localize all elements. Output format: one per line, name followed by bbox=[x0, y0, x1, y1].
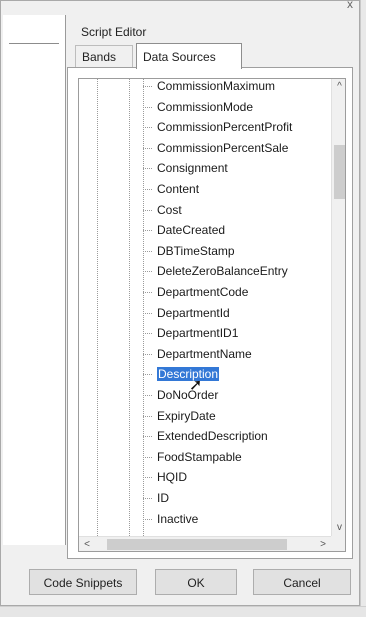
tree-item-label: Cost bbox=[157, 203, 182, 217]
tree-item-label: DateCreated bbox=[157, 223, 226, 237]
scrollbar-corner bbox=[331, 536, 345, 551]
tree-item-label: CommissionMode bbox=[157, 100, 254, 114]
tree-item[interactable]: CommissionPercentProfit bbox=[142, 118, 293, 136]
tree-item[interactable]: DepartmentName bbox=[143, 345, 252, 363]
tree-item[interactable]: Content bbox=[142, 180, 200, 198]
tree-item-label: FoodStampable bbox=[157, 450, 242, 464]
tree-item-label: ID bbox=[157, 491, 169, 505]
ok-button[interactable]: OK bbox=[155, 569, 237, 595]
tree-item-label: ExtendedDescription bbox=[157, 429, 268, 443]
left-pane bbox=[3, 15, 66, 545]
close-icon[interactable]: x bbox=[347, 0, 353, 11]
tree-item[interactable]: DeleteZeroBalanceEntry bbox=[143, 262, 288, 280]
tree-item-label: Consignment bbox=[157, 161, 228, 175]
tree-guide-line bbox=[97, 79, 98, 551]
tree-item[interactable]: Cost bbox=[143, 201, 182, 219]
group-title: Script Editor bbox=[81, 25, 147, 39]
tree-item-label: ExpiryDate bbox=[157, 409, 216, 423]
tree-item[interactable]: ExpiryDate bbox=[143, 407, 216, 425]
vertical-scroll-thumb[interactable] bbox=[334, 145, 345, 199]
code-snippets-button[interactable]: Code Snippets bbox=[29, 569, 137, 595]
tree-item[interactable]: DoNoOrder bbox=[142, 386, 219, 404]
mouse-cursor-icon: ➚ bbox=[189, 377, 203, 394]
tree-item[interactable]: CommissionPercentSale bbox=[142, 139, 289, 157]
tree-item[interactable]: Description bbox=[142, 365, 220, 383]
title-bar: x bbox=[1, 0, 359, 13]
tree-item[interactable]: DepartmentID1 bbox=[142, 324, 239, 342]
tree-item[interactable]: DateCreated bbox=[142, 221, 226, 239]
tree-item-label: CommissionPercentSale bbox=[157, 141, 289, 155]
tree-item-label: DoNoOrder bbox=[157, 388, 219, 402]
horizontal-scroll-thumb[interactable] bbox=[107, 539, 287, 550]
tree-item[interactable]: DepartmentId bbox=[143, 304, 230, 322]
script-editor-dialog: x Script Editor Bands Data Sources Commi… bbox=[0, 0, 360, 606]
tree-item-label: DBTimeStamp bbox=[157, 244, 235, 258]
tree-item-label: DepartmentName bbox=[157, 347, 252, 361]
tree-item-label: DepartmentID1 bbox=[157, 326, 239, 340]
tree-item-label: DepartmentCode bbox=[157, 285, 249, 299]
scroll-right-icon[interactable]: > bbox=[315, 537, 331, 551]
tree-item-label: DepartmentId bbox=[157, 306, 230, 320]
tree-item-label: HQID bbox=[157, 470, 187, 484]
tree-item-label: Inactive bbox=[157, 512, 199, 526]
data-source-tree[interactable]: CommissionMaximum CommissionMode Commissio… bbox=[78, 78, 346, 552]
vertical-scrollbar[interactable]: ^ v bbox=[331, 79, 345, 536]
tree-item[interactable]: DepartmentCode bbox=[142, 283, 249, 301]
tree-item[interactable]: FoodStampable bbox=[143, 448, 242, 466]
left-pane-line bbox=[9, 43, 59, 44]
window-frame-bottom bbox=[0, 606, 366, 617]
tree-item-label: CommissionMaximum bbox=[157, 79, 276, 93]
tree-item[interactable]: Consignment bbox=[143, 159, 228, 177]
tree-item-label: CommissionPercentProfit bbox=[157, 120, 293, 134]
tree-item-label: Content bbox=[157, 182, 200, 196]
cancel-button[interactable]: Cancel bbox=[253, 569, 351, 595]
window-frame-right bbox=[360, 0, 366, 616]
tree-item[interactable]: CommissionMaximum bbox=[142, 79, 276, 95]
tree-item-label: DeleteZeroBalanceEntry bbox=[157, 264, 288, 278]
horizontal-scrollbar[interactable]: < > bbox=[79, 536, 331, 551]
scroll-up-icon[interactable]: ^ bbox=[332, 79, 345, 95]
scroll-down-icon[interactable]: v bbox=[332, 520, 345, 536]
tree-guide-line bbox=[143, 79, 144, 551]
tree-guide-line bbox=[129, 79, 130, 551]
tab-data-sources[interactable]: Data Sources bbox=[136, 43, 242, 69]
tab-bands[interactable]: Bands bbox=[75, 45, 133, 67]
scroll-left-icon[interactable]: < bbox=[79, 537, 95, 551]
tree-item[interactable]: Inactive bbox=[142, 510, 199, 528]
data-sources-page: CommissionMaximum CommissionMode Commissio… bbox=[67, 67, 353, 559]
tree-item[interactable]: HQID bbox=[143, 468, 187, 486]
tree-item[interactable]: ID bbox=[143, 489, 169, 507]
tree-item[interactable]: CommissionMode bbox=[142, 98, 254, 116]
tree-item[interactable]: DBTimeStamp bbox=[143, 242, 235, 260]
tree-item[interactable]: ExtendedDescription bbox=[143, 427, 268, 445]
